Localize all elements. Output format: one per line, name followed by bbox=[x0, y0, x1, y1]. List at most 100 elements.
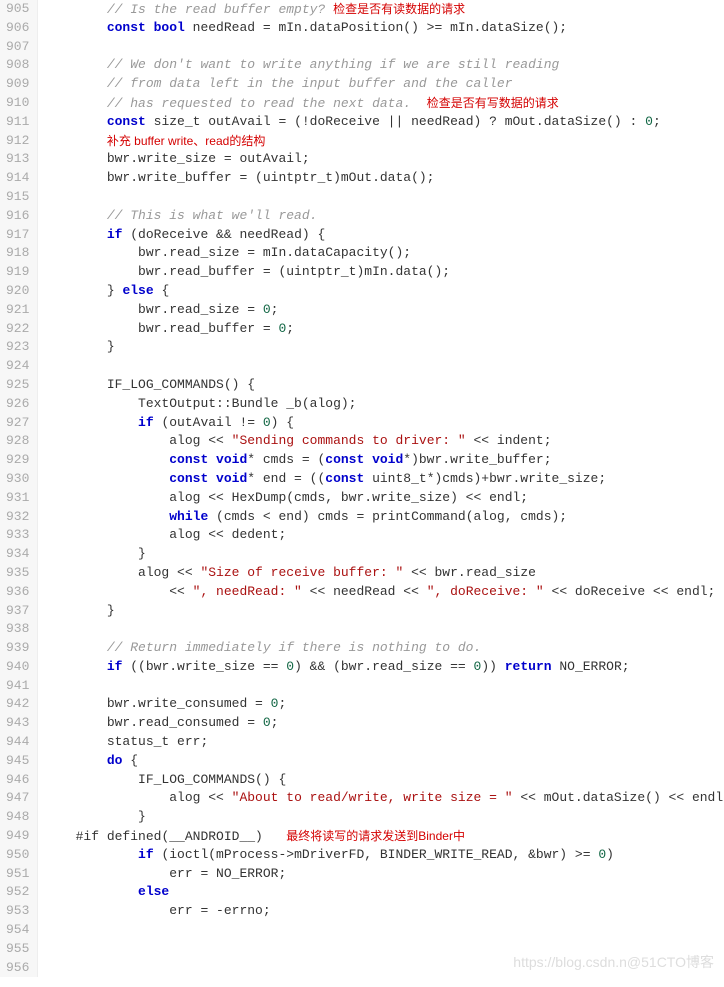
line-number: 909 bbox=[6, 75, 29, 94]
line-number: 941 bbox=[6, 677, 29, 696]
code-line: err = -errno; bbox=[44, 902, 724, 921]
line-number: 944 bbox=[6, 733, 29, 752]
line-number: 926 bbox=[6, 395, 29, 414]
code-line: } else { bbox=[44, 282, 724, 301]
line-number: 931 bbox=[6, 489, 29, 508]
code-line: << ", needRead: " << needRead << ", doRe… bbox=[44, 583, 724, 602]
line-number: 937 bbox=[6, 602, 29, 621]
line-number: 917 bbox=[6, 226, 29, 245]
code-line: bwr.write_consumed = 0; bbox=[44, 695, 724, 714]
code-line bbox=[44, 188, 724, 207]
line-number: 905 bbox=[6, 0, 29, 19]
line-number: 940 bbox=[6, 658, 29, 677]
code-line: alog << HexDump(cmds, bwr.write_size) <<… bbox=[44, 489, 724, 508]
watermark: https://blog.csdn.n@51CTO博客 bbox=[513, 953, 714, 972]
line-number: 934 bbox=[6, 545, 29, 564]
code-line: if (ioctl(mProcess->mDriverFD, BINDER_WR… bbox=[44, 846, 724, 865]
code-line: 补充 buffer write、read的结构 bbox=[44, 132, 724, 151]
line-number: 949 bbox=[6, 827, 29, 846]
line-number: 955 bbox=[6, 940, 29, 959]
code-line: } bbox=[44, 338, 724, 357]
line-number: 923 bbox=[6, 338, 29, 357]
code-line: do { bbox=[44, 752, 724, 771]
code-line: // This is what we'll read. bbox=[44, 207, 724, 226]
line-number: 922 bbox=[6, 320, 29, 339]
code-line: // has requested to read the next data. … bbox=[44, 94, 724, 113]
line-number: 912 bbox=[6, 132, 29, 151]
line-number: 943 bbox=[6, 714, 29, 733]
code-line: } bbox=[44, 602, 724, 621]
line-number: 948 bbox=[6, 808, 29, 827]
code-line: const size_t outAvail = (!doReceive || n… bbox=[44, 113, 724, 132]
code-line: TextOutput::Bundle _b(alog); bbox=[44, 395, 724, 414]
code-line: alog << "Size of receive buffer: " << bw… bbox=[44, 564, 724, 583]
line-number: 930 bbox=[6, 470, 29, 489]
code-line: if ((bwr.write_size == 0) && (bwr.read_s… bbox=[44, 658, 724, 677]
line-number: 907 bbox=[6, 38, 29, 57]
code-line: const void* end = ((const uint8_t*)cmds)… bbox=[44, 470, 724, 489]
code-line: if (outAvail != 0) { bbox=[44, 414, 724, 433]
code-line: alog << "About to read/write, write size… bbox=[44, 789, 724, 808]
line-number: 916 bbox=[6, 207, 29, 226]
code-line: // We don't want to write anything if we… bbox=[44, 56, 724, 75]
line-number: 906 bbox=[6, 19, 29, 38]
line-number: 946 bbox=[6, 771, 29, 790]
code-line bbox=[44, 677, 724, 696]
line-number: 908 bbox=[6, 56, 29, 75]
code-line: IF_LOG_COMMANDS() { bbox=[44, 771, 724, 790]
line-number: 911 bbox=[6, 113, 29, 132]
line-number: 950 bbox=[6, 846, 29, 865]
code-line: bwr.write_buffer = (uintptr_t)mOut.data(… bbox=[44, 169, 724, 188]
line-number: 918 bbox=[6, 244, 29, 263]
line-number: 919 bbox=[6, 263, 29, 282]
code-line: #if defined(__ANDROID__) 最终将读写的请求发送到Bind… bbox=[44, 827, 724, 846]
code-line: bwr.read_size = 0; bbox=[44, 301, 724, 320]
code-block: 9059069079089099109119129139149159169179… bbox=[0, 0, 724, 977]
line-number: 932 bbox=[6, 508, 29, 527]
code-line: alog << dedent; bbox=[44, 526, 724, 545]
line-number: 920 bbox=[6, 282, 29, 301]
code-line: // Is the read buffer empty? 检查是否有读数据的请求 bbox=[44, 0, 724, 19]
line-number: 910 bbox=[6, 94, 29, 113]
code-column: // Is the read buffer empty? 检查是否有读数据的请求… bbox=[38, 0, 724, 977]
line-number-gutter: 9059069079089099109119129139149159169179… bbox=[0, 0, 38, 977]
line-number: 936 bbox=[6, 583, 29, 602]
code-line bbox=[44, 38, 724, 57]
line-number: 933 bbox=[6, 526, 29, 545]
code-line: IF_LOG_COMMANDS() { bbox=[44, 376, 724, 395]
code-line bbox=[44, 357, 724, 376]
code-line: err = NO_ERROR; bbox=[44, 865, 724, 884]
line-number: 914 bbox=[6, 169, 29, 188]
code-line: while (cmds < end) cmds = printCommand(a… bbox=[44, 508, 724, 527]
code-line: status_t err; bbox=[44, 733, 724, 752]
line-number: 924 bbox=[6, 357, 29, 376]
line-number: 938 bbox=[6, 620, 29, 639]
code-line: if (doReceive && needRead) { bbox=[44, 226, 724, 245]
line-number: 945 bbox=[6, 752, 29, 771]
line-number: 929 bbox=[6, 451, 29, 470]
code-line: } bbox=[44, 808, 724, 827]
code-line: bwr.read_size = mIn.dataCapacity(); bbox=[44, 244, 724, 263]
line-number: 915 bbox=[6, 188, 29, 207]
code-line: bwr.read_buffer = (uintptr_t)mIn.data(); bbox=[44, 263, 724, 282]
code-line bbox=[44, 620, 724, 639]
line-number: 947 bbox=[6, 789, 29, 808]
line-number: 939 bbox=[6, 639, 29, 658]
code-line: bwr.read_buffer = 0; bbox=[44, 320, 724, 339]
code-line: } bbox=[44, 545, 724, 564]
code-line: // from data left in the input buffer an… bbox=[44, 75, 724, 94]
line-number: 927 bbox=[6, 414, 29, 433]
line-number: 954 bbox=[6, 921, 29, 940]
line-number: 913 bbox=[6, 150, 29, 169]
code-line: bwr.write_size = outAvail; bbox=[44, 150, 724, 169]
line-number: 952 bbox=[6, 883, 29, 902]
code-line: bwr.read_consumed = 0; bbox=[44, 714, 724, 733]
code-line: const void* cmds = (const void*)bwr.writ… bbox=[44, 451, 724, 470]
line-number: 921 bbox=[6, 301, 29, 320]
code-line: const bool needRead = mIn.dataPosition()… bbox=[44, 19, 724, 38]
line-number: 935 bbox=[6, 564, 29, 583]
line-number: 925 bbox=[6, 376, 29, 395]
line-number: 928 bbox=[6, 432, 29, 451]
line-number: 953 bbox=[6, 902, 29, 921]
code-line: alog << "Sending commands to driver: " <… bbox=[44, 432, 724, 451]
